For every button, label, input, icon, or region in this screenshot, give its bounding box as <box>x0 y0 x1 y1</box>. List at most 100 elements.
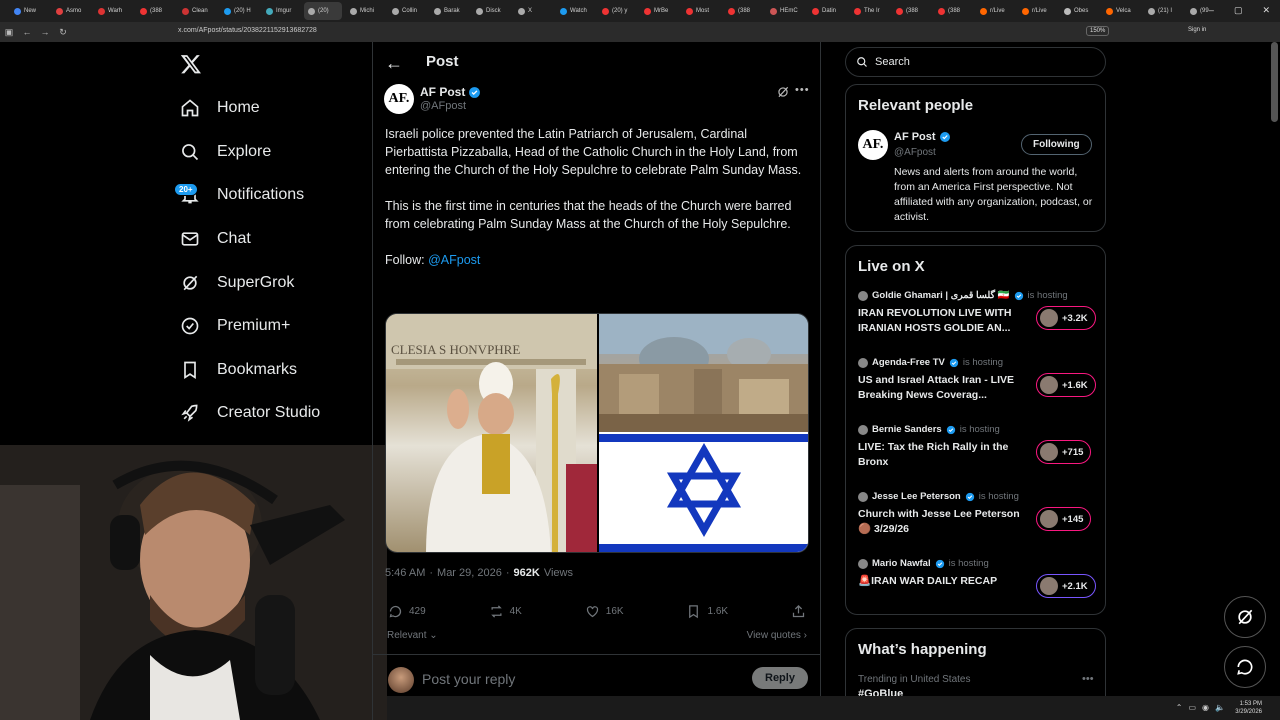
page-scrollbar[interactable] <box>1271 42 1278 122</box>
browser-tab[interactable]: Imgur <box>262 2 300 20</box>
post-media-grid[interactable]: CLESIA S HONVPHRE <box>385 313 809 553</box>
live-space-item[interactable]: Goldie Ghamari | گلسا قمری 🇮🇷 is hosting I… <box>858 290 1098 336</box>
nav-notifications-label: Notifications <box>217 186 305 203</box>
search-input[interactable]: Search <box>845 47 1106 77</box>
system-clock[interactable]: 1:53 PM 3/29/2026 <box>1235 700 1262 716</box>
minimize-icon[interactable]: – <box>1209 5 1214 16</box>
browser-tab-label: (388 <box>948 8 961 14</box>
author-avatar[interactable]: AF. <box>384 84 414 114</box>
browser-tab[interactable]: The Ir <box>850 2 888 20</box>
like-action[interactable]: 16K <box>585 604 624 619</box>
grok-explain-icon[interactable] <box>776 85 790 99</box>
nav-creator-studio[interactable]: Creator Studio <box>180 399 320 427</box>
chat-fab-button[interactable] <box>1224 646 1266 688</box>
author-name[interactable]: AF Post <box>420 85 481 99</box>
browser-tab[interactable]: MrBe <box>640 2 678 20</box>
relevant-person-handle[interactable]: @AFpost <box>894 147 936 158</box>
browser-tab[interactable]: HEmC <box>766 2 804 20</box>
browser-tab[interactable]: (388 <box>724 2 762 20</box>
author-handle[interactable]: @AFpost <box>420 100 466 112</box>
close-window-icon[interactable]: ✕ <box>1262 5 1270 16</box>
live-space-item[interactable]: Agenda-Free TV is hosting US and Israel At… <box>858 357 1098 403</box>
like-count: 16K <box>605 606 624 617</box>
listener-count-pill[interactable]: +3.2K <box>1036 306 1096 330</box>
listener-count-pill[interactable]: +2.1K <box>1036 574 1096 598</box>
nav-home[interactable]: Home <box>180 94 260 122</box>
nav-premium[interactable]: Premium+ <box>180 312 290 340</box>
listener-count-pill[interactable]: +145 <box>1036 507 1092 531</box>
browser-tab[interactable]: Barak <box>430 2 468 20</box>
view-quotes-link[interactable]: View quotes › <box>747 630 807 641</box>
sidebar-toggle-icon[interactable]: ▣ <box>0 27 18 38</box>
browser-tab[interactable]: Obes <box>1060 2 1098 20</box>
trend-more-icon[interactable]: ••• <box>1082 673 1094 685</box>
reply-input[interactable]: Post your reply <box>422 671 515 687</box>
reload-icon[interactable]: ↻ <box>54 27 72 38</box>
media-photo-church[interactable] <box>599 314 808 432</box>
browser-tab[interactable]: Watch <box>556 2 594 20</box>
nav-bookmarks[interactable]: Bookmarks <box>180 356 297 384</box>
nav-chat[interactable]: Chat <box>180 225 251 253</box>
browser-signin-button[interactable]: Sign in <box>1188 27 1206 33</box>
relevant-sort-dropdown[interactable]: Relevant ⌄ <box>387 630 438 641</box>
live-space-item[interactable]: Mario Nawfal is hosting 🚨IRAN WAR DAILY RE… <box>858 558 1098 598</box>
browser-tab[interactable]: Warh <box>94 2 132 20</box>
browser-tab[interactable]: Velca <box>1102 2 1140 20</box>
tray-network-icon[interactable]: ▭ <box>1188 703 1196 712</box>
browser-tab[interactable]: (388 <box>892 2 930 20</box>
post-timestamp[interactable]: 5:46 AM · Mar 29, 2026 · 962K Views <box>385 567 573 579</box>
chevron-right-icon: › <box>803 630 807 641</box>
back-arrow-icon[interactable]: ← <box>385 53 403 74</box>
browser-tab[interactable]: (20) <box>304 2 342 20</box>
browser-tab[interactable]: Asmo <box>52 2 90 20</box>
grok-fab-button[interactable] <box>1224 596 1266 638</box>
live-space-item[interactable]: Bernie Sanders is hosting LIVE: Tax the Ri… <box>858 424 1098 470</box>
following-button[interactable]: Following <box>1021 134 1092 155</box>
zoom-badge[interactable]: 150% <box>1086 26 1110 36</box>
browser-tab[interactable]: r/Live <box>976 2 1014 20</box>
browser-tab[interactable]: X <box>514 2 552 20</box>
nav-notifications[interactable]: 20+ Notifications <box>174 181 305 209</box>
tray-chevron-icon[interactable]: ⌃ <box>1176 703 1183 712</box>
browser-tab[interactable]: Clean <box>178 2 216 20</box>
relevant-person-name[interactable]: AF Post <box>894 131 951 143</box>
x-logo-icon[interactable] <box>180 52 202 76</box>
browser-tab[interactable]: (20) y <box>598 2 636 20</box>
reply-action[interactable]: 429 <box>388 604 426 619</box>
listener-count-pill[interactable]: +1.6K <box>1036 373 1096 397</box>
back-icon[interactable]: ← <box>18 27 36 37</box>
tray-volume-icon[interactable]: 🔈 <box>1215 703 1225 712</box>
nav-explore[interactable]: Explore <box>180 138 271 166</box>
media-israel-flag[interactable] <box>599 432 808 552</box>
share-action[interactable] <box>791 604 806 619</box>
browser-tab[interactable]: Disck <box>472 2 510 20</box>
repost-action[interactable]: 4K <box>489 604 522 619</box>
browser-tab[interactable]: Datin <box>808 2 846 20</box>
media-photo-cardinal[interactable]: CLESIA S HONVPHRE <box>386 314 597 552</box>
nav-explore-label: Explore <box>217 143 272 160</box>
browser-tab[interactable]: (388 <box>934 2 972 20</box>
maximize-icon[interactable]: ▢ <box>1234 5 1243 16</box>
reply-button[interactable]: Reply <box>752 667 808 689</box>
browser-tab[interactable]: (388 <box>136 2 174 20</box>
bookmark-action[interactable]: 1.6K <box>686 604 728 619</box>
browser-tab[interactable]: Michi <box>346 2 384 20</box>
replies-sort-row: Relevant ⌄ View quotes › <box>387 630 807 641</box>
browser-tab[interactable]: (21) I <box>1144 2 1182 20</box>
relevant-person-avatar[interactable]: AF. <box>858 130 888 160</box>
browser-tab[interactable]: Collin <box>388 2 426 20</box>
follow-mention-link[interactable]: @AFpost <box>428 253 480 267</box>
forward-icon[interactable]: → <box>36 27 54 37</box>
heart-icon <box>586 606 598 618</box>
browser-tab[interactable]: r/Live <box>1018 2 1056 20</box>
live-space-item[interactable]: Jesse Lee Peterson is hosting Church with … <box>858 491 1098 537</box>
listener-count-pill[interactable]: +715 <box>1036 440 1092 464</box>
browser-tab[interactable]: (20) H <box>220 2 258 20</box>
url-field[interactable]: x.com/AFpost/status/2038221152913682728 <box>178 27 317 34</box>
browser-tab[interactable]: New <box>10 2 48 20</box>
user-avatar[interactable] <box>388 667 414 693</box>
tray-wifi-icon[interactable]: ◉ <box>1202 703 1209 712</box>
more-options-icon[interactable]: ••• <box>795 84 810 96</box>
nav-supergrok[interactable]: SuperGrok <box>180 269 294 297</box>
browser-tab[interactable]: Most <box>682 2 720 20</box>
